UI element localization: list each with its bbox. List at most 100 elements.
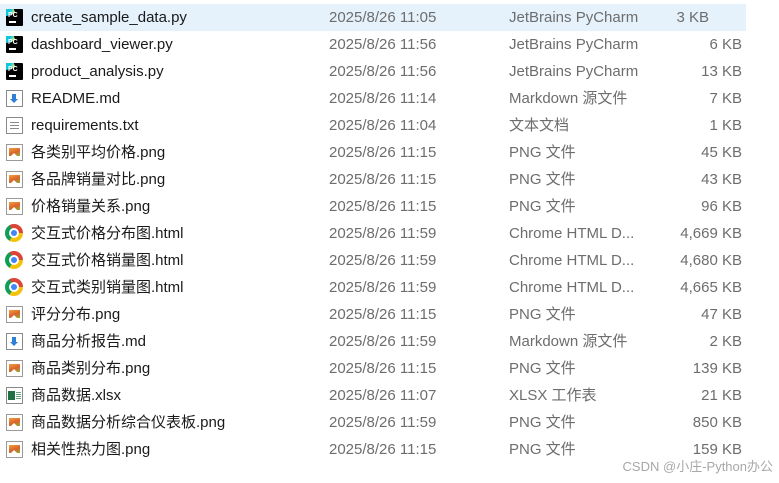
file-date-modified: 2025/8/26 11:15	[329, 198, 437, 215]
file-row[interactable]: 商品数据.xlsx 2025/8/26 11:07 XLSX 工作表 21 KB	[0, 382, 779, 409]
file-type: JetBrains PyCharm	[509, 36, 639, 53]
file-name: requirements.txt	[31, 117, 139, 134]
file-size: 43 KB	[701, 171, 742, 188]
file-row[interactable]: 各类别平均价格.png 2025/8/26 11:15 PNG 文件 45 KB	[0, 139, 779, 166]
file-name: 交互式价格分布图.html	[31, 225, 184, 242]
file-type: PNG 文件	[509, 171, 576, 188]
file-size: 47 KB	[701, 306, 742, 323]
file-type: Chrome HTML D...	[509, 279, 635, 296]
file-row[interactable]: 交互式类别销量图.html 2025/8/26 11:59 Chrome HTML …	[0, 274, 779, 301]
file-date-modified: 2025/8/26 11:56	[329, 36, 437, 53]
file-name: README.md	[31, 90, 121, 107]
file-size: 4,669 KB	[680, 225, 742, 242]
file-name: 各品牌销量对比.png	[31, 171, 166, 188]
file-name: create_sample_data.py	[31, 9, 187, 26]
file-type: 文本文档	[509, 117, 570, 134]
file-size: 4,665 KB	[680, 279, 742, 296]
chrome-icon	[5, 251, 23, 269]
file-type: Markdown 源文件	[509, 333, 628, 350]
file-name: 商品数据.xlsx	[31, 387, 122, 404]
file-type: Chrome HTML D...	[509, 225, 635, 242]
markdown-file-icon	[6, 90, 23, 107]
file-name: 商品分析报告.md	[31, 333, 147, 350]
pycharm-icon: PC	[6, 36, 23, 53]
file-size: 4,680 KB	[680, 252, 742, 269]
file-date-modified: 2025/8/26 11:59	[329, 333, 437, 350]
file-row[interactable]: README.md 2025/8/26 11:14 Markdown 源文件 7 KB	[0, 85, 779, 112]
file-size: 6 KB	[709, 36, 742, 53]
file-date-modified: 2025/8/26 11:05	[329, 9, 437, 26]
file-row[interactable]: 价格销量关系.png 2025/8/26 11:15 PNG 文件 96 KB	[0, 193, 779, 220]
png-image-icon	[6, 144, 23, 161]
file-size: 139 KB	[692, 360, 742, 377]
file-row[interactable]: PC create_sample_data.py 2025/8/26 11:05 Je…	[0, 4, 746, 31]
file-type: XLSX 工作表	[509, 387, 597, 404]
png-image-icon	[6, 198, 23, 215]
file-size: 96 KB	[701, 198, 742, 215]
file-name: 评分分布.png	[31, 306, 121, 323]
watermark: CSDN @小庄-Python办公	[622, 459, 773, 474]
file-type: Markdown 源文件	[509, 90, 628, 107]
file-type: PNG 文件	[509, 360, 576, 377]
file-date-modified: 2025/8/26 11:59	[329, 414, 437, 431]
pycharm-icon: PC	[6, 9, 23, 26]
pycharm-icon: PC	[6, 63, 23, 80]
file-name: 商品数据分析综合仪表板.png	[31, 414, 226, 431]
file-size: 2 KB	[709, 333, 742, 350]
file-name: product_analysis.py	[31, 63, 164, 80]
file-date-modified: 2025/8/26 11:59	[329, 252, 437, 269]
file-name: 各类别平均价格.png	[31, 144, 166, 161]
xlsx-file-icon	[6, 387, 23, 404]
file-date-modified: 2025/8/26 11:15	[329, 360, 437, 377]
png-image-icon	[6, 171, 23, 188]
file-type: Chrome HTML D...	[509, 252, 635, 269]
file-row[interactable]: 交互式价格分布图.html 2025/8/26 11:59 Chrome HTML …	[0, 220, 779, 247]
file-row[interactable]: PC dashboard_viewer.py 2025/8/26 11:56 JetB…	[0, 31, 779, 58]
file-row[interactable]: requirements.txt 2025/8/26 11:04 文本文档 1 KB	[0, 112, 779, 139]
file-date-modified: 2025/8/26 11:04	[329, 117, 437, 134]
png-image-icon	[6, 306, 23, 323]
file-size: 45 KB	[701, 144, 742, 161]
file-name: 价格销量关系.png	[31, 198, 151, 215]
markdown-file-icon	[6, 333, 23, 350]
file-type: PNG 文件	[509, 144, 576, 161]
file-size: 13 KB	[701, 63, 742, 80]
text-file-icon	[6, 117, 23, 134]
file-date-modified: 2025/8/26 11:56	[329, 63, 437, 80]
file-row[interactable]: 商品类别分布.png 2025/8/26 11:15 PNG 文件 139 KB	[0, 355, 779, 382]
png-image-icon	[6, 441, 23, 458]
chrome-icon	[5, 224, 23, 242]
file-date-modified: 2025/8/26 11:59	[329, 279, 437, 296]
file-size: 21 KB	[701, 387, 742, 404]
file-row[interactable]: 各品牌销量对比.png 2025/8/26 11:15 PNG 文件 43 KB	[0, 166, 779, 193]
file-date-modified: 2025/8/26 11:07	[329, 387, 437, 404]
file-row[interactable]: 评分分布.png 2025/8/26 11:15 PNG 文件 47 KB	[0, 301, 779, 328]
file-name: 交互式价格销量图.html	[31, 252, 184, 269]
file-name: 商品类别分布.png	[31, 360, 151, 377]
file-type: JetBrains PyCharm	[509, 9, 639, 26]
file-type: PNG 文件	[509, 198, 576, 215]
file-date-modified: 2025/8/26 11:15	[329, 441, 437, 458]
file-type: PNG 文件	[509, 306, 576, 323]
file-size: 3 KB	[676, 9, 709, 26]
file-size: 1 KB	[709, 117, 742, 134]
file-name: 交互式类别销量图.html	[31, 279, 184, 296]
file-date-modified: 2025/8/26 11:14	[329, 90, 437, 107]
file-size: 7 KB	[709, 90, 742, 107]
file-row[interactable]: 商品分析报告.md 2025/8/26 11:59 Markdown 源文件 2 KB	[0, 328, 779, 355]
chrome-icon	[5, 278, 23, 296]
png-image-icon	[6, 414, 23, 431]
file-date-modified: 2025/8/26 11:15	[329, 144, 437, 161]
file-row[interactable]: PC product_analysis.py 2025/8/26 11:56 JetB…	[0, 58, 779, 85]
file-list: PC create_sample_data.py 2025/8/26 11:05 Je…	[0, 4, 779, 463]
file-type: JetBrains PyCharm	[509, 63, 639, 80]
png-image-icon	[6, 360, 23, 377]
file-type: PNG 文件	[509, 414, 576, 431]
file-name: dashboard_viewer.py	[31, 36, 173, 53]
file-date-modified: 2025/8/26 11:15	[329, 306, 437, 323]
file-date-modified: 2025/8/26 11:15	[329, 171, 437, 188]
file-date-modified: 2025/8/26 11:59	[329, 225, 437, 242]
file-row[interactable]: 商品数据分析综合仪表板.png 2025/8/26 11:59 PNG 文件 850 …	[0, 409, 779, 436]
file-name: 相关性热力图.png	[31, 441, 151, 458]
file-row[interactable]: 交互式价格销量图.html 2025/8/26 11:59 Chrome HTML …	[0, 247, 779, 274]
